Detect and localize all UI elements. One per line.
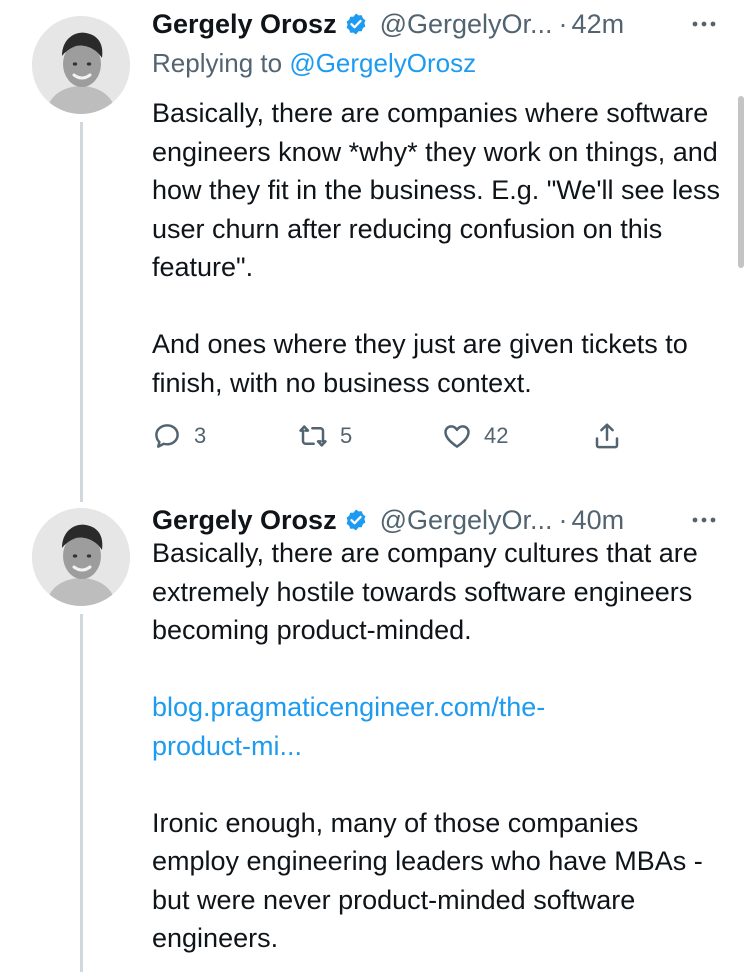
- separator-dot: ·: [558, 8, 568, 39]
- tweet-header: Gergely Orosz @GergelyOr... · 42m: [152, 6, 750, 42]
- article-link-line1: blog.pragmaticengineer.com/the-: [152, 692, 546, 722]
- author-handle[interactable]: @GergelyOr...: [380, 505, 553, 536]
- retweet-icon: [299, 425, 327, 447]
- tweet-paragraph: Ironic enough, many of those companies e…: [152, 807, 703, 954]
- heart-icon: [444, 425, 470, 448]
- reply-icon: [155, 424, 179, 448]
- author-name[interactable]: Gergely Orosz: [152, 9, 337, 40]
- author-handle[interactable]: @GergelyOr...: [380, 9, 553, 40]
- thread-line: [80, 122, 83, 502]
- verified-badge-icon: [344, 508, 368, 532]
- tweet-header: Gergely Orosz @GergelyOr... · 40m: [152, 502, 750, 538]
- avatar[interactable]: [32, 508, 130, 606]
- tweet-timestamp[interactable]: 40m: [572, 505, 625, 536]
- tweet-paragraph: Basically, there are company cultures th…: [152, 538, 698, 645]
- avatar-image: [32, 16, 130, 114]
- verified-badge-icon: [344, 12, 368, 36]
- tweet[interactable]: Gergely Orosz @GergelyOr... · 42m Replyi…: [0, 0, 750, 502]
- separator-dot: ·: [558, 504, 568, 535]
- share-button[interactable]: [592, 418, 622, 454]
- more-horizontal-icon[interactable]: [692, 6, 716, 42]
- retweet-button[interactable]: 5: [298, 418, 352, 454]
- reply-button[interactable]: 3: [152, 418, 206, 454]
- retweet-count: 5: [340, 423, 353, 448]
- replying-to: Replying to @GergelyOrosz: [152, 48, 476, 79]
- tweet-text: Basically, there are company cultures th…: [152, 534, 730, 958]
- mention-link[interactable]: @GergelyOrosz: [289, 48, 476, 78]
- avatar[interactable]: [32, 16, 130, 114]
- tweet-paragraph: Basically, there are companies where sof…: [152, 98, 721, 282]
- tweet-paragraph: And ones where they just are given ticke…: [152, 329, 688, 398]
- tweet-actions: 3 5 42: [152, 418, 632, 454]
- tweet-text: Basically, there are companies where sof…: [152, 94, 730, 402]
- tweet[interactable]: Gergely Orosz @GergelyOr... · 40m Basica…: [0, 490, 750, 972]
- like-button[interactable]: 42: [442, 418, 508, 454]
- avatar-image: [32, 508, 130, 606]
- share-icon: [595, 423, 619, 449]
- replying-to-label: Replying to: [152, 48, 290, 78]
- more-horizontal-icon[interactable]: [692, 502, 716, 538]
- thread-line: [80, 614, 83, 972]
- author-name[interactable]: Gergely Orosz: [152, 505, 337, 536]
- article-link[interactable]: blog.pragmaticengineer.com/the- product-…: [152, 688, 730, 765]
- tweet-timestamp[interactable]: 42m: [572, 9, 625, 40]
- like-count: 42: [484, 423, 509, 448]
- reply-count: 3: [194, 423, 207, 448]
- article-link-line2: product-mi...: [152, 730, 303, 761]
- scrollbar[interactable]: [738, 96, 744, 268]
